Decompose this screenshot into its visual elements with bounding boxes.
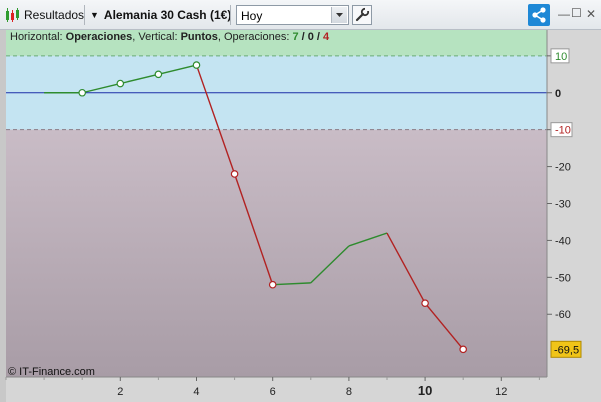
share-icon <box>532 7 546 23</box>
wrench-icon <box>355 7 370 22</box>
results-chart: 10 0 -10 -20 -30 -40 -50 -60 -69,5 2 4 6 8 10 12 Horiz… <box>0 30 601 402</box>
y-tick-label: -50 <box>555 272 571 284</box>
toolbar-divider <box>230 5 231 25</box>
data-point-marker <box>459 345 467 354</box>
last-value-label: -69,5 <box>554 344 579 356</box>
loss-zone <box>6 129 547 377</box>
x-tick-label: 4 <box>193 386 199 398</box>
y-tick-label: -10 <box>555 125 571 137</box>
data-point-marker <box>268 280 277 289</box>
y-tick-label: -60 <box>555 309 571 321</box>
header-v-value: Puntos <box>181 31 218 43</box>
dropdown-arrow-icon: ▼ <box>90 10 99 20</box>
settings-wrench-button[interactable] <box>352 5 372 25</box>
header-h-prefix: Horizontal: <box>10 31 66 43</box>
toolbar: Resultados ▼ Alemania 30 Cash (1€) Hoy —… <box>0 0 601 30</box>
y-tick-label: -40 <box>555 235 571 247</box>
toolbar-divider <box>84 5 85 25</box>
data-point-marker <box>78 88 86 97</box>
instrument-label: Alemania 30 Cash (1€) <box>103 8 232 22</box>
x-tick-label: 6 <box>270 386 276 398</box>
candlestick-icon <box>6 8 19 22</box>
data-point-marker <box>116 79 125 88</box>
y-tick-label: -20 <box>555 162 571 174</box>
data-point-marker <box>154 70 163 79</box>
header-ops-loss: 4 <box>323 31 330 43</box>
chevron-down-icon[interactable] <box>331 7 347 23</box>
header-v-prefix: , Vertical: <box>132 31 180 43</box>
watermark: © IT-Finance.com <box>8 366 95 378</box>
period-select[interactable]: Hoy <box>236 5 349 25</box>
x-tick-label: 2 <box>117 386 123 398</box>
instrument-selector[interactable]: ▼ Alemania 30 Cash (1€) <box>90 4 231 26</box>
header-ops-slash: / <box>314 31 323 43</box>
y-tick-label: -30 <box>555 199 571 211</box>
data-point-marker <box>192 61 201 69</box>
maximize-icon[interactable]: ☐ <box>571 6 582 20</box>
data-point-marker <box>421 299 429 307</box>
left-edge <box>0 30 6 402</box>
results-label: Resultados <box>24 8 85 22</box>
results-button[interactable]: Resultados <box>4 4 84 26</box>
header-h-value: Operaciones <box>66 31 133 43</box>
minimize-icon[interactable]: — <box>558 7 570 21</box>
y-tick-label: 0 <box>555 88 561 100</box>
period-value: Hoy <box>241 9 263 23</box>
chart-header: Horizontal: Operaciones, Vertical: Punto… <box>10 31 330 43</box>
header-ops-slash: / <box>299 31 308 43</box>
header-ops-prefix: , Operaciones: <box>218 31 293 43</box>
x-tick-label: 12 <box>495 386 507 398</box>
x-tick-label: 10 <box>418 383 432 398</box>
data-point-marker <box>230 170 239 178</box>
y-tick-label: 10 <box>555 51 567 63</box>
close-icon[interactable]: ✕ <box>586 7 596 21</box>
x-tick-label: 8 <box>346 386 352 398</box>
share-button[interactable] <box>528 4 550 26</box>
